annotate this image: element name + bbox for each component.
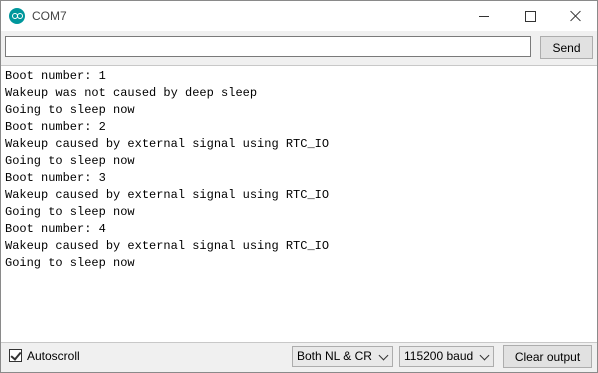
log-line: Going to sleep now: [5, 103, 135, 117]
clear-output-button[interactable]: Clear output: [503, 345, 592, 368]
status-bar: Autoscroll Both NL & CR 115200 baud Clea…: [1, 342, 597, 372]
close-icon: [570, 10, 582, 22]
send-button[interactable]: Send: [540, 36, 593, 59]
log-line: Boot number: 4: [5, 222, 106, 236]
close-button[interactable]: [553, 1, 598, 31]
baud-rate-value: 115200 baud: [404, 349, 474, 363]
serial-monitor-window: COM7 Send Boot number: 1 Wakeup was not …: [0, 0, 598, 373]
chevron-down-icon: [378, 350, 389, 361]
title-bar: COM7: [1, 1, 597, 31]
log-line: Going to sleep now: [5, 154, 135, 168]
autoscroll-label[interactable]: Autoscroll: [27, 349, 80, 363]
minimize-button[interactable]: [461, 1, 507, 31]
send-bar: Send: [1, 31, 597, 65]
serial-input[interactable]: [5, 36, 531, 57]
minimize-icon: [479, 15, 489, 17]
serial-output[interactable]: Boot number: 1 Wakeup was not caused by …: [1, 65, 597, 343]
log-line: Wakeup caused by external signal using R…: [5, 137, 330, 151]
log-line: Boot number: 2: [5, 120, 106, 134]
log-line: Boot number: 1: [5, 69, 106, 83]
maximize-icon: [524, 10, 536, 22]
arduino-icon: [9, 8, 25, 24]
chevron-down-icon: [479, 350, 490, 361]
maximize-button[interactable]: [507, 1, 553, 31]
line-ending-value: Both NL & CR: [297, 349, 372, 363]
log-line: Boot number: 3: [5, 171, 106, 185]
log-line: Going to sleep now: [5, 205, 135, 219]
autoscroll-checkbox[interactable]: [9, 349, 22, 362]
log-line: Wakeup caused by external signal using R…: [5, 188, 330, 202]
log-line: Wakeup was not caused by deep sleep: [5, 86, 258, 100]
window-title: COM7: [32, 9, 67, 23]
log-line: Going to sleep now: [5, 256, 135, 270]
line-ending-select[interactable]: Both NL & CR: [292, 346, 393, 367]
log-line: Wakeup caused by external signal using R…: [5, 239, 330, 253]
baud-rate-select[interactable]: 115200 baud: [399, 346, 494, 367]
